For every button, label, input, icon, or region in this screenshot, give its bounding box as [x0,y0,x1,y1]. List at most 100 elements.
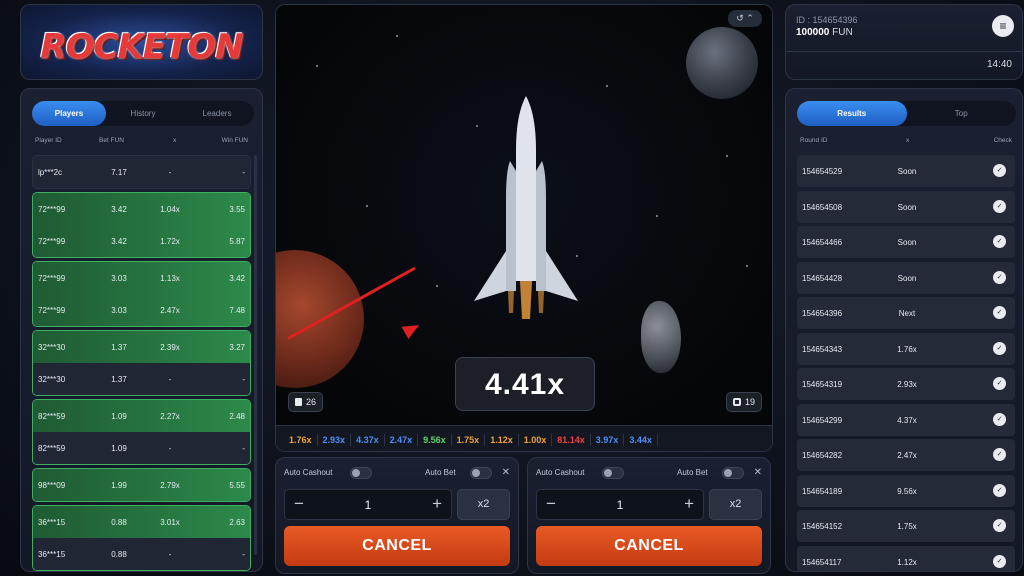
menu-button[interactable]: ≡ [992,15,1014,37]
tab-top[interactable]: Top [907,101,1017,126]
auto-cashout-toggle[interactable] [350,467,372,479]
multiplier: - [168,168,172,177]
bet-amount[interactable]: 1 [577,498,663,512]
shield-check-icon[interactable]: ✓ [993,199,1006,213]
shield-check-icon[interactable]: ✓ [993,483,1006,497]
double-bet-button[interactable]: x2 [457,489,510,520]
account-panel: ID : 154654396 100000 FUN ≡ 14:40 [785,4,1023,80]
result-row[interactable]: 154654428 Soon ✓ [797,261,1015,294]
balance-currency: FUN [832,27,853,38]
bet-amount-stepper: − 1 + [536,489,704,520]
result-row[interactable]: 154654282 2.47x ✓ [797,439,1015,471]
decrease-button[interactable]: − [546,494,556,514]
close-icon[interactable]: ✕ [754,467,762,478]
players-scrollbar[interactable] [254,155,257,555]
history-toggle-button[interactable]: ↺ ⌃ [728,10,762,27]
bet-amount: 3.42 [111,205,127,214]
shield-check-icon[interactable]: ✓ [993,341,1006,355]
bet-amount[interactable]: 1 [325,498,411,512]
result-row[interactable]: 154654529 Soon ✓ [797,155,1015,187]
auto-cashout-label: Auto Cashout [284,468,333,477]
tab-results[interactable]: Results [797,101,907,126]
player-group: 36***15 0.88 3.01x 2.63 36***15 0.88 - - [32,505,251,571]
result-row[interactable]: 154654343 1.76x ✓ [797,332,1015,365]
result-row[interactable]: 154654152 1.75x ✓ [797,510,1015,542]
balance-amount: 100000 [796,27,830,38]
history-multiplier: 1.75x [452,433,486,446]
history-multiplier: 81.14x [552,433,591,446]
close-icon[interactable]: ✕ [502,467,510,478]
players-tabs: Players History Leaders [32,101,254,126]
history-multiplier: 1.76x [284,433,318,446]
increase-button[interactable]: + [432,494,442,514]
cancel-button[interactable]: CANCEL [284,526,510,566]
round-id: 154654282 [802,451,843,460]
auto-cashout-label: Auto Cashout [536,468,585,477]
bet-panel-1: Auto Cashout Auto Bet ✕ − 1 + x2 CANCEL [275,457,519,574]
shield-check-icon[interactable]: ✓ [993,377,1006,390]
rocket-illustration [474,96,578,319]
round-result: 4.37x [897,415,917,425]
round-result: 1.12x [897,557,917,567]
result-row[interactable]: 154654117 1.12x ✓ [797,545,1015,571]
multiplier: 2.27x [160,412,180,421]
logo: ROCKETON [40,27,243,67]
history-multiplier: 4.37x [351,433,385,446]
auto-cashout-toggle[interactable] [602,467,624,479]
player-group: 98***09 1.99 2.79x 5.55 [32,468,251,502]
round-result: Soon [897,167,917,176]
multiplier: 3.01x [160,518,180,527]
shield-check-icon[interactable]: ✓ [993,306,1006,319]
player-group: 72***99 3.42 1.04x 3.55 72***99 3.42 1.72x 5.87 [32,192,251,258]
bet-amount: 1.09 [111,444,127,453]
win-amount: 5.87 [229,237,245,246]
double-bet-button[interactable]: x2 [709,489,762,520]
shield-check-icon[interactable]: ✓ [993,412,1006,426]
current-multiplier: 4.41x [455,357,595,411]
tab-leaders[interactable]: Leaders [180,101,254,126]
col-win: Win FUN [221,137,248,144]
bet-amount: 3.42 [111,237,127,246]
shield-check-icon[interactable]: ✓ [993,519,1006,532]
table-row: 32***30 1.37 2.39x 3.27 [33,331,250,363]
win-amount: - [242,444,245,453]
result-row[interactable]: 154654189 9.56x ✓ [797,474,1015,507]
result-row[interactable]: 154654466 Soon ✓ [797,226,1015,258]
tab-players[interactable]: Players [32,101,106,126]
bets-count-badge: 19 [725,392,762,412]
result-row[interactable]: 154654396 Next ✓ [797,297,1015,329]
table-row: 32***30 1.37 - - [33,363,250,395]
col-round-id: Round ID [800,137,828,144]
history-multiplier: 2.93x [318,433,352,446]
round-id: 154654529 [802,167,843,176]
shield-check-icon[interactable]: ✓ [993,270,1006,284]
auto-bet-toggle[interactable] [470,467,492,479]
history-multiplier: 1.00x [519,433,553,446]
shield-check-icon[interactable]: ✓ [993,448,1006,461]
round-id: 154654466 [802,238,843,247]
results-list: 154654529 Soon ✓ 154654508 Soon ✓ 154654466 Soo… [797,155,1015,571]
round-result: Next [898,309,916,318]
table-row: 72***99 3.42 1.72x 5.87 [33,225,250,257]
result-row[interactable]: 154654508 Soon ✓ [797,190,1015,223]
shield-check-icon[interactable]: ✓ [993,164,1006,177]
round-id: 154654343 [802,344,843,354]
table-row: 82***59 1.09 - - [33,432,250,464]
result-row[interactable]: 154654299 4.37x ✓ [797,403,1015,436]
player-id: 36***15 [38,518,66,527]
table-row: 72***99 3.42 1.04x 3.55 [33,193,250,225]
table-row: 72***99 3.03 1.13x 3.42 [33,262,250,294]
shield-check-icon[interactable]: ✓ [993,554,1006,568]
players-count-badge: 26 [288,392,324,412]
increase-button[interactable]: + [684,494,694,514]
multiplier: 1.04x [160,205,180,214]
round-id: 154654299 [802,415,843,425]
tab-history[interactable]: History [106,101,180,126]
player-id: 72***99 [38,306,66,315]
decrease-button[interactable]: − [294,494,304,514]
auto-bet-toggle[interactable] [722,467,744,479]
cancel-button[interactable]: CANCEL [536,526,762,566]
result-row[interactable]: 154654319 2.93x ✓ [797,368,1015,400]
coins-icon [732,398,741,406]
shield-check-icon[interactable]: ✓ [993,235,1006,248]
